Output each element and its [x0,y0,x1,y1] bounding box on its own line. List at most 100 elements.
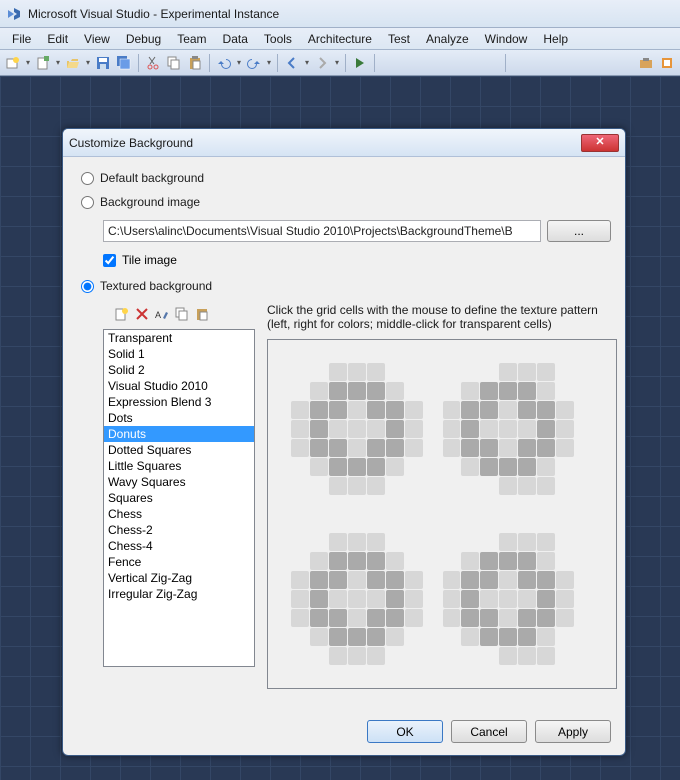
grid-cell[interactable] [461,666,479,684]
grid-cell[interactable] [594,628,612,646]
grid-cell[interactable] [405,496,423,514]
grid-cell[interactable] [386,477,404,495]
browse-button[interactable]: ... [547,220,611,242]
ok-button[interactable]: OK [367,720,443,743]
menu-debug[interactable]: Debug [118,30,169,48]
toolbox-icon[interactable] [637,54,655,72]
grid-cell[interactable] [405,344,423,362]
grid-cell[interactable] [461,420,479,438]
dialog-titlebar[interactable]: Customize Background ✕ [63,129,625,157]
grid-cell[interactable] [461,515,479,533]
grid-cell[interactable] [480,382,498,400]
grid-cell[interactable] [594,401,612,419]
grid-cell[interactable] [329,344,347,362]
grid-cell[interactable] [575,477,593,495]
grid-cell[interactable] [499,666,517,684]
grid-cell[interactable] [594,552,612,570]
grid-cell[interactable] [518,571,536,589]
grid-cell[interactable] [480,628,498,646]
grid-cell[interactable] [480,420,498,438]
grid-cell[interactable] [424,647,442,665]
grid-cell[interactable] [499,571,517,589]
grid-cell[interactable] [594,590,612,608]
grid-cell[interactable] [291,571,309,589]
grid-cell[interactable] [367,628,385,646]
grid-cell[interactable] [272,515,290,533]
grid-cell[interactable] [367,496,385,514]
grid-cell[interactable] [594,609,612,627]
grid-cell[interactable] [405,628,423,646]
grid-cell[interactable] [480,458,498,476]
grid-cell[interactable] [443,363,461,381]
grid-cell[interactable] [329,363,347,381]
grid-cell[interactable] [499,401,517,419]
grid-cell[interactable] [329,401,347,419]
grid-cell[interactable] [556,401,574,419]
grid-cell[interactable] [405,458,423,476]
grid-cell[interactable] [443,533,461,551]
grid-cell[interactable] [424,363,442,381]
grid-cell[interactable] [291,477,309,495]
grid-cell[interactable] [461,363,479,381]
grid-cell[interactable] [291,515,309,533]
menu-tools[interactable]: Tools [256,30,300,48]
grid-cell[interactable] [518,439,536,457]
grid-cell[interactable] [348,344,366,362]
save-all-icon[interactable] [115,54,133,72]
grid-cell[interactable] [461,439,479,457]
grid-cell[interactable] [480,344,498,362]
new-project-dropdown-icon[interactable]: ▾ [25,55,31,71]
grid-cell[interactable] [348,590,366,608]
grid-cell[interactable] [348,363,366,381]
grid-cell[interactable] [348,420,366,438]
grid-cell[interactable] [329,439,347,457]
grid-cell[interactable] [367,647,385,665]
radio-background-image[interactable]: Background image [81,195,611,209]
nav-forward-icon[interactable] [313,54,331,72]
grid-cell[interactable] [291,382,309,400]
grid-cell[interactable] [461,647,479,665]
grid-cell[interactable] [518,628,536,646]
list-item[interactable]: Fence [104,554,254,570]
grid-cell[interactable] [480,533,498,551]
grid-cell[interactable] [291,552,309,570]
grid-cell[interactable] [310,496,328,514]
grid-cell[interactable] [272,420,290,438]
menu-architecture[interactable]: Architecture [300,30,380,48]
grid-cell[interactable] [291,496,309,514]
grid-cell[interactable] [575,666,593,684]
list-item[interactable]: Donuts [104,426,254,442]
radio-textured-background[interactable]: Textured background [81,279,611,293]
grid-cell[interactable] [386,458,404,476]
grid-cell[interactable] [518,420,536,438]
grid-cell[interactable] [310,590,328,608]
grid-cell[interactable] [310,458,328,476]
grid-cell[interactable] [594,571,612,589]
grid-cell[interactable] [424,401,442,419]
open-dropdown-icon[interactable]: ▾ [85,55,91,71]
grid-cell[interactable] [461,590,479,608]
grid-cell[interactable] [329,533,347,551]
grid-cell[interactable] [443,382,461,400]
grid-cell[interactable] [310,647,328,665]
grid-cell[interactable] [443,515,461,533]
grid-cell[interactable] [499,439,517,457]
texture-grid[interactable] [267,339,617,689]
delete-preset-icon[interactable] [133,305,151,323]
grid-cell[interactable] [348,515,366,533]
grid-cell[interactable] [594,496,612,514]
grid-cell[interactable] [329,571,347,589]
grid-cell[interactable] [348,458,366,476]
list-item[interactable]: Dotted Squares [104,442,254,458]
paste-icon[interactable] [186,54,204,72]
list-item[interactable]: Visual Studio 2010 [104,378,254,394]
grid-cell[interactable] [556,458,574,476]
grid-cell[interactable] [575,647,593,665]
grid-cell[interactable] [329,458,347,476]
grid-cell[interactable] [329,382,347,400]
grid-cell[interactable] [537,458,555,476]
grid-cell[interactable] [518,552,536,570]
grid-cell[interactable] [367,477,385,495]
tile-image-input[interactable] [103,254,116,267]
grid-cell[interactable] [310,420,328,438]
